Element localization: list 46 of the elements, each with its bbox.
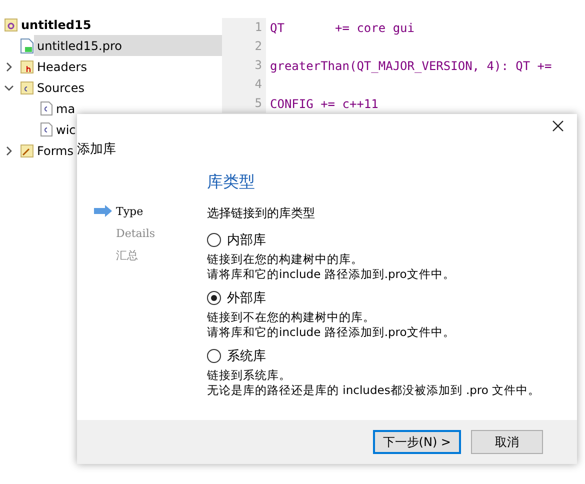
close-icon[interactable] bbox=[551, 119, 565, 133]
cancel-button[interactable]: 取消 bbox=[471, 430, 543, 454]
prompt-text: 选择链接到的库类型 bbox=[207, 205, 316, 222]
next-button[interactable]: 下一步(N) > bbox=[372, 430, 461, 454]
wizard-step: Details bbox=[116, 226, 155, 240]
page-heading: 库类型 bbox=[207, 172, 256, 193]
tree-item[interactable]: untitled15.pro bbox=[34, 35, 222, 56]
tree-item[interactable]: Headers bbox=[34, 56, 87, 77]
radio-label[interactable]: 系统库 bbox=[227, 347, 266, 365]
radio-label[interactable]: 内部库 bbox=[227, 231, 266, 249]
wizard-step: 汇总 bbox=[116, 248, 138, 262]
description-text: 链接到系统库。 bbox=[207, 368, 292, 383]
project-icon bbox=[4, 18, 18, 32]
radio-label[interactable]: 外部库 bbox=[227, 289, 266, 307]
header-folder-icon bbox=[20, 60, 34, 74]
description-text: 链接到不在您的构建树中的库。 bbox=[207, 310, 376, 325]
tree-item[interactable]: Forms bbox=[34, 140, 74, 161]
radio-button[interactable] bbox=[207, 349, 221, 363]
description-text: 请将库和它的include 路径添加到.pro文件中。 bbox=[207, 267, 456, 282]
wizard-step: Type bbox=[116, 204, 144, 218]
tree-item[interactable]: wic bbox=[53, 119, 76, 140]
line-number: 1 bbox=[222, 18, 266, 37]
source-folder-icon bbox=[20, 80, 34, 94]
file-icon bbox=[20, 38, 34, 54]
chevron-icon[interactable] bbox=[4, 82, 14, 92]
code-line: QT += core gui bbox=[269, 20, 414, 34]
description-text: 无论是库的路径还是库的 includes都没被添加到 .pro 文件中。 bbox=[207, 383, 540, 398]
forms-folder-icon bbox=[20, 144, 34, 158]
radio-button[interactable] bbox=[207, 233, 221, 247]
cpp-file-icon bbox=[40, 122, 53, 137]
description-text: 链接到在您的构建树中的库。 bbox=[207, 252, 364, 267]
code-line: greaterThan(QT_MAJOR_VERSION, 4): QT += bbox=[269, 58, 552, 72]
chevron-icon[interactable] bbox=[4, 62, 14, 72]
tree-item[interactable]: Sources bbox=[34, 77, 84, 98]
radio-button[interactable] bbox=[207, 291, 221, 305]
tree-item[interactable]: untitled15 bbox=[18, 14, 92, 35]
code-line: CONFIG += c++11 bbox=[269, 96, 378, 110]
tree-item[interactable]: ma bbox=[53, 98, 76, 119]
dialog-title: 添加库 bbox=[77, 141, 116, 159]
line-number: 3 bbox=[222, 56, 266, 75]
line-number: 4 bbox=[222, 75, 266, 94]
cpp-file-icon bbox=[40, 101, 53, 116]
description-text: 请将库和它的include 路径添加到.pro文件中。 bbox=[207, 325, 456, 340]
line-number: 2 bbox=[222, 37, 266, 56]
chevron-icon[interactable] bbox=[4, 146, 14, 156]
line-number: 5 bbox=[222, 94, 266, 113]
